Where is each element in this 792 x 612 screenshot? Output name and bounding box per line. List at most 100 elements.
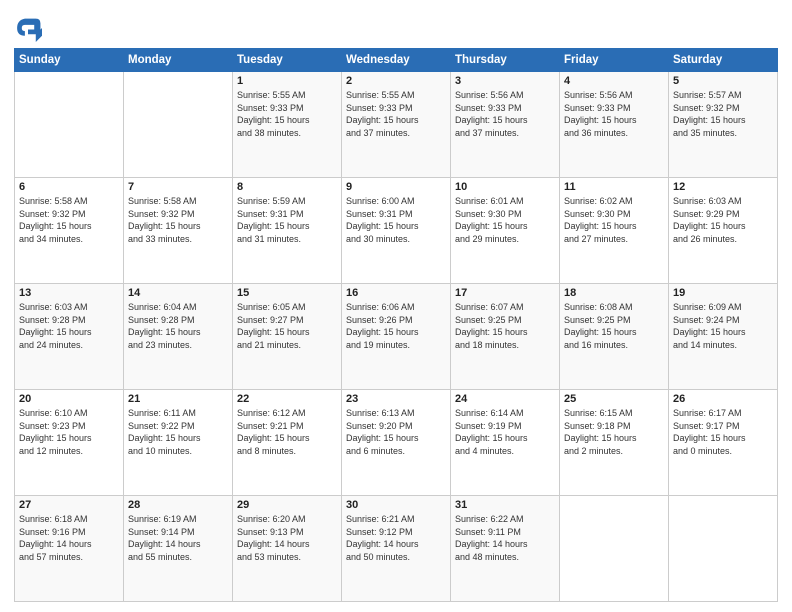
day-info: Sunrise: 6:00 AM Sunset: 9:31 PM Dayligh… xyxy=(346,195,446,245)
weekday-header-saturday: Saturday xyxy=(669,49,778,72)
day-number: 25 xyxy=(564,393,664,405)
page: SundayMondayTuesdayWednesdayThursdayFrid… xyxy=(0,0,792,612)
day-info: Sunrise: 6:03 AM Sunset: 9:29 PM Dayligh… xyxy=(673,195,773,245)
calendar-cell: 17 Sunrise: 6:07 AM Sunset: 9:25 PM Dayli… xyxy=(451,284,560,390)
calendar-cell: 10 Sunrise: 6:01 AM Sunset: 9:30 PM Dayli… xyxy=(451,178,560,284)
header xyxy=(14,10,778,42)
calendar-cell xyxy=(560,496,669,602)
calendar-cell: 16Sunrise: 6:06 AM Sunset: 9:26 PM Dayli… xyxy=(342,284,451,390)
day-number: 22 xyxy=(237,393,337,405)
day-number: 26 xyxy=(673,393,773,405)
calendar-cell: 11Sunrise: 6:02 AM Sunset: 9:30 PM Dayli… xyxy=(560,178,669,284)
day-number: 28 xyxy=(128,499,228,511)
calendar-cell: 28 Sunrise: 6:19 AM Sunset: 9:14 PM Dayli… xyxy=(124,496,233,602)
calendar-cell: 5 Sunrise: 5:57 AM Sunset: 9:32 PM Daylig… xyxy=(669,72,778,178)
day-info: Sunrise: 6:14 AM Sunset: 9:19 PM Dayligh… xyxy=(455,407,555,457)
day-number: 20 xyxy=(19,393,119,405)
day-number: 14 xyxy=(128,287,228,299)
weekday-header-row: SundayMondayTuesdayWednesdayThursdayFrid… xyxy=(15,49,778,72)
logo-icon xyxy=(14,14,42,42)
weekday-header-wednesday: Wednesday xyxy=(342,49,451,72)
calendar-cell: 4Sunrise: 5:56 AM Sunset: 9:33 PM Daylig… xyxy=(560,72,669,178)
day-number: 5 xyxy=(673,75,773,87)
day-number: 31 xyxy=(455,499,555,511)
calendar-cell: 15Sunrise: 6:05 AM Sunset: 9:27 PM Dayli… xyxy=(233,284,342,390)
weekday-header-monday: Monday xyxy=(124,49,233,72)
day-number: 7 xyxy=(128,181,228,193)
day-info: Sunrise: 6:03 AM Sunset: 9:28 PM Dayligh… xyxy=(19,301,119,351)
day-info: Sunrise: 5:55 AM Sunset: 9:33 PM Dayligh… xyxy=(237,89,337,139)
calendar-week-row: 1 Sunrise: 5:55 AM Sunset: 9:33 PM Daylig… xyxy=(15,72,778,178)
day-info: Sunrise: 6:17 AM Sunset: 9:17 PM Dayligh… xyxy=(673,407,773,457)
day-info: Sunrise: 6:10 AM Sunset: 9:23 PM Dayligh… xyxy=(19,407,119,457)
calendar-cell: 27Sunrise: 6:18 AM Sunset: 9:16 PM Dayli… xyxy=(15,496,124,602)
day-info: Sunrise: 5:59 AM Sunset: 9:31 PM Dayligh… xyxy=(237,195,337,245)
calendar-cell: 14 Sunrise: 6:04 AM Sunset: 9:28 PM Dayli… xyxy=(124,284,233,390)
weekday-header-tuesday: Tuesday xyxy=(233,49,342,72)
day-number: 8 xyxy=(237,181,337,193)
day-info: Sunrise: 6:12 AM Sunset: 9:21 PM Dayligh… xyxy=(237,407,337,457)
day-info: Sunrise: 6:01 AM Sunset: 9:30 PM Dayligh… xyxy=(455,195,555,245)
calendar-cell: 1 Sunrise: 5:55 AM Sunset: 9:33 PM Daylig… xyxy=(233,72,342,178)
calendar-cell: 12 Sunrise: 6:03 AM Sunset: 9:29 PM Dayli… xyxy=(669,178,778,284)
calendar-cell: 8 Sunrise: 5:59 AM Sunset: 9:31 PM Daylig… xyxy=(233,178,342,284)
day-number: 18 xyxy=(564,287,664,299)
day-info: Sunrise: 6:15 AM Sunset: 9:18 PM Dayligh… xyxy=(564,407,664,457)
calendar-cell: 3Sunrise: 5:56 AM Sunset: 9:33 PM Daylig… xyxy=(451,72,560,178)
calendar-week-row: 6 Sunrise: 5:58 AM Sunset: 9:32 PM Daylig… xyxy=(15,178,778,284)
calendar-cell: 31 Sunrise: 6:22 AM Sunset: 9:11 PM Dayli… xyxy=(451,496,560,602)
day-number: 9 xyxy=(346,181,446,193)
day-info: Sunrise: 6:11 AM Sunset: 9:22 PM Dayligh… xyxy=(128,407,228,457)
day-number: 30 xyxy=(346,499,446,511)
day-number: 15 xyxy=(237,287,337,299)
calendar-cell xyxy=(15,72,124,178)
day-info: Sunrise: 6:21 AM Sunset: 9:12 PM Dayligh… xyxy=(346,513,446,563)
day-info: Sunrise: 5:58 AM Sunset: 9:32 PM Dayligh… xyxy=(19,195,119,245)
day-number: 11 xyxy=(564,181,664,193)
calendar-cell: 30 Sunrise: 6:21 AM Sunset: 9:12 PM Dayli… xyxy=(342,496,451,602)
calendar-cell: 23 Sunrise: 6:13 AM Sunset: 9:20 PM Dayli… xyxy=(342,390,451,496)
day-number: 10 xyxy=(455,181,555,193)
day-info: Sunrise: 6:09 AM Sunset: 9:24 PM Dayligh… xyxy=(673,301,773,351)
day-info: Sunrise: 6:22 AM Sunset: 9:11 PM Dayligh… xyxy=(455,513,555,563)
calendar-cell: 2 Sunrise: 5:55 AM Sunset: 9:33 PM Daylig… xyxy=(342,72,451,178)
calendar-cell: 24Sunrise: 6:14 AM Sunset: 9:19 PM Dayli… xyxy=(451,390,560,496)
day-info: Sunrise: 5:55 AM Sunset: 9:33 PM Dayligh… xyxy=(346,89,446,139)
calendar-cell: 26 Sunrise: 6:17 AM Sunset: 9:17 PM Dayli… xyxy=(669,390,778,496)
day-number: 19 xyxy=(673,287,773,299)
calendar-week-row: 13Sunrise: 6:03 AM Sunset: 9:28 PM Dayli… xyxy=(15,284,778,390)
day-info: Sunrise: 6:04 AM Sunset: 9:28 PM Dayligh… xyxy=(128,301,228,351)
day-info: Sunrise: 5:56 AM Sunset: 9:33 PM Dayligh… xyxy=(564,89,664,139)
calendar-cell: 22 Sunrise: 6:12 AM Sunset: 9:21 PM Dayli… xyxy=(233,390,342,496)
day-number: 12 xyxy=(673,181,773,193)
weekday-header-friday: Friday xyxy=(560,49,669,72)
day-number: 6 xyxy=(19,181,119,193)
day-number: 17 xyxy=(455,287,555,299)
day-number: 2 xyxy=(346,75,446,87)
day-info: Sunrise: 6:08 AM Sunset: 9:25 PM Dayligh… xyxy=(564,301,664,351)
calendar-cell xyxy=(124,72,233,178)
day-number: 16 xyxy=(346,287,446,299)
day-info: Sunrise: 6:07 AM Sunset: 9:25 PM Dayligh… xyxy=(455,301,555,351)
day-info: Sunrise: 5:58 AM Sunset: 9:32 PM Dayligh… xyxy=(128,195,228,245)
day-info: Sunrise: 6:19 AM Sunset: 9:14 PM Dayligh… xyxy=(128,513,228,563)
calendar-cell: 18 Sunrise: 6:08 AM Sunset: 9:25 PM Dayli… xyxy=(560,284,669,390)
day-number: 23 xyxy=(346,393,446,405)
calendar-cell: 6 Sunrise: 5:58 AM Sunset: 9:32 PM Daylig… xyxy=(15,178,124,284)
weekday-header-thursday: Thursday xyxy=(451,49,560,72)
day-number: 29 xyxy=(237,499,337,511)
calendar-cell: 9 Sunrise: 6:00 AM Sunset: 9:31 PM Daylig… xyxy=(342,178,451,284)
calendar-cell: 13Sunrise: 6:03 AM Sunset: 9:28 PM Dayli… xyxy=(15,284,124,390)
day-info: Sunrise: 6:18 AM Sunset: 9:16 PM Dayligh… xyxy=(19,513,119,563)
calendar-cell: 29 Sunrise: 6:20 AM Sunset: 9:13 PM Dayli… xyxy=(233,496,342,602)
day-info: Sunrise: 6:13 AM Sunset: 9:20 PM Dayligh… xyxy=(346,407,446,457)
day-number: 3 xyxy=(455,75,555,87)
calendar-cell: 7 Sunrise: 5:58 AM Sunset: 9:32 PM Daylig… xyxy=(124,178,233,284)
weekday-header-sunday: Sunday xyxy=(15,49,124,72)
calendar-cell: 21 Sunrise: 6:11 AM Sunset: 9:22 PM Dayli… xyxy=(124,390,233,496)
day-number: 21 xyxy=(128,393,228,405)
calendar-table: SundayMondayTuesdayWednesdayThursdayFrid… xyxy=(14,48,778,602)
day-info: Sunrise: 6:20 AM Sunset: 9:13 PM Dayligh… xyxy=(237,513,337,563)
day-number: 1 xyxy=(237,75,337,87)
day-info: Sunrise: 5:57 AM Sunset: 9:32 PM Dayligh… xyxy=(673,89,773,139)
